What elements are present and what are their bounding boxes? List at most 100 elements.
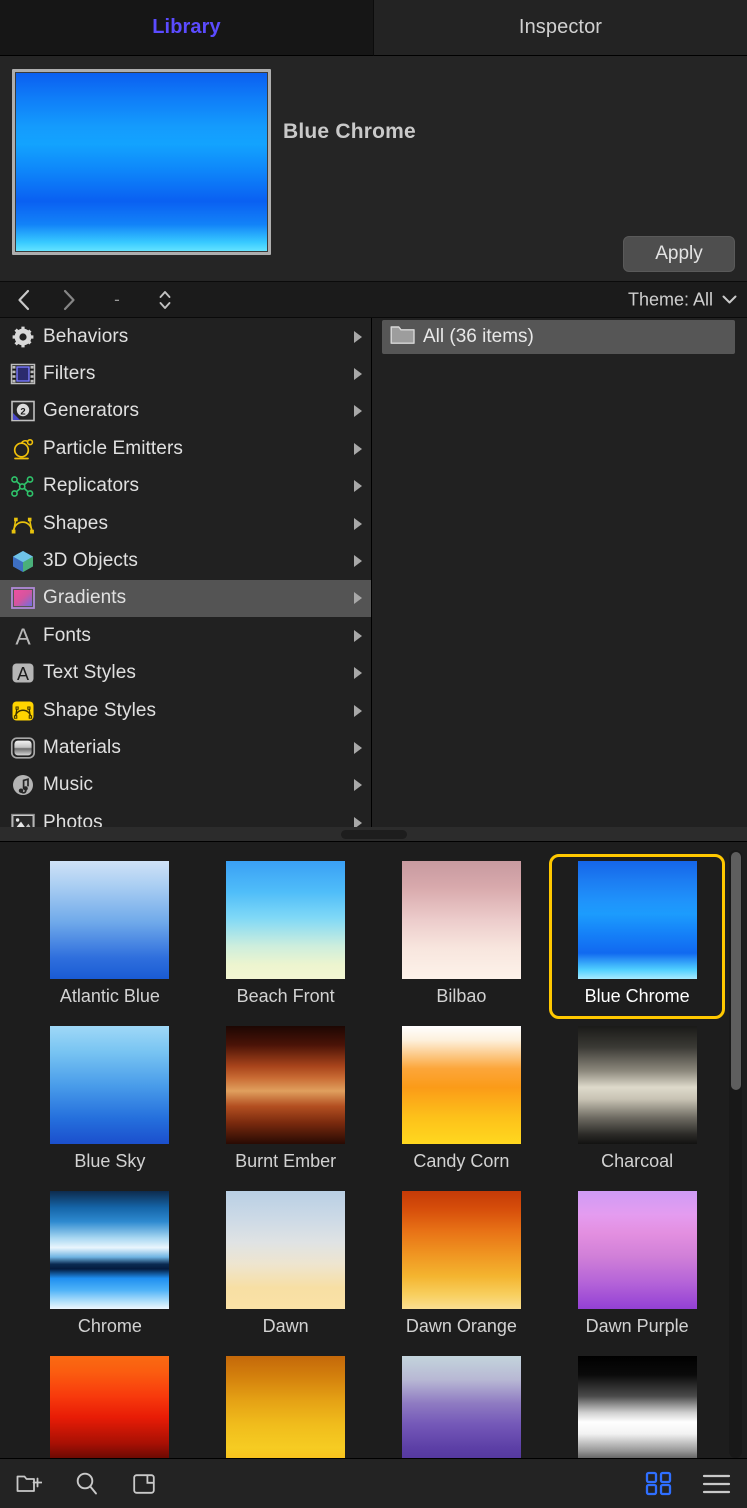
grid-scrollbar-thumb[interactable] — [731, 852, 741, 1090]
folder-icon — [390, 324, 415, 345]
gradient-thumbnail — [578, 1026, 697, 1144]
gradient-grid-pane: Atlantic Blue Beach Front Bilbao Blue Chrom… — [0, 841, 747, 1458]
gradient-thumbnail — [402, 1026, 521, 1144]
disclosure-arrow-icon[interactable] — [354, 331, 362, 343]
disclosure-arrow-icon[interactable] — [354, 443, 362, 455]
gradient-item[interactable] — [22, 1349, 198, 1458]
gradient-item[interactable]: Bilbao — [374, 854, 550, 1019]
sidebar-item-shape-styles[interactable]: Shape Styles — [0, 692, 371, 729]
grid-scrollbar[interactable] — [729, 850, 742, 1458]
svg-text:A: A — [17, 664, 29, 684]
sidebar-item-generators[interactable]: 2Generators — [0, 393, 371, 430]
preview-gradient-image — [15, 72, 268, 252]
grid-view-button[interactable] — [645, 1471, 672, 1496]
gradient-swatch-icon — [10, 586, 36, 610]
disclosure-arrow-icon[interactable] — [354, 368, 362, 380]
sidebar-item-gradients[interactable]: Gradients — [0, 580, 371, 617]
theme-dropdown[interactable]: Theme: All — [628, 289, 737, 310]
sidebar-item-replicators[interactable]: Replicators — [0, 468, 371, 505]
category-sidebar[interactable]: Behaviors Filters2GeneratorsParticle Emit… — [0, 318, 372, 841]
gradient-thumbnail — [226, 861, 345, 979]
disclosure-arrow-icon[interactable] — [354, 592, 362, 604]
gradient-thumbnail — [50, 861, 169, 979]
gradient-item[interactable]: Dawn Purple — [549, 1184, 725, 1349]
apply-button[interactable]: Apply — [623, 236, 735, 272]
generator-icon: 2 — [8, 398, 38, 424]
browser-panel: Behaviors Filters2GeneratorsParticle Emit… — [0, 318, 747, 841]
gradient-item-label: Dawn — [263, 1316, 309, 1337]
disclosure-arrow-icon[interactable] — [354, 779, 362, 791]
sidebar-item-behaviors[interactable]: Behaviors — [0, 318, 371, 355]
list-view-button[interactable] — [702, 1473, 731, 1495]
sidebar-item-shapes[interactable]: Shapes — [0, 505, 371, 542]
stepper-button[interactable] — [142, 288, 188, 312]
sidebar-item-3d-objects[interactable]: 3D Objects — [0, 542, 371, 579]
gradient-item[interactable] — [374, 1349, 550, 1458]
disclosure-arrow-icon[interactable] — [354, 480, 362, 492]
sidebar-panel-icon — [132, 1472, 156, 1496]
list-view-icon — [702, 1473, 731, 1495]
gradient-item[interactable]: Chrome — [22, 1184, 198, 1349]
gradient-item-label: Beach Front — [237, 986, 335, 1007]
library-browser-window: Library Inspector Blue Chrome Apply - — [0, 0, 747, 1508]
drag-handle[interactable] — [341, 830, 407, 839]
gradient-item[interactable]: Beach Front — [198, 854, 374, 1019]
sidebar-item-label: Gradients — [43, 587, 126, 609]
folder-row[interactable]: All (36 items) — [382, 320, 735, 354]
shapes-icon — [8, 511, 38, 537]
disclosure-arrow-icon[interactable] — [354, 667, 362, 679]
gradient-item-label: Burnt Ember — [235, 1151, 336, 1172]
up-down-stepper-icon — [158, 288, 172, 312]
navigation-bar: - Theme: All — [0, 282, 747, 318]
gradient-item[interactable]: Blue Chrome — [549, 854, 725, 1019]
disclosure-arrow-icon[interactable] — [354, 405, 362, 417]
gradient-item[interactable]: Dawn — [198, 1184, 374, 1349]
svg-text:A: A — [15, 624, 31, 648]
tab-library[interactable]: Library — [0, 0, 373, 56]
sidebar-item-label: Behaviors — [43, 326, 128, 348]
sidebar-item-label: Fonts — [43, 625, 91, 647]
disclosure-arrow-icon[interactable] — [354, 705, 362, 717]
gradient-item[interactable]: Dawn Orange — [374, 1184, 550, 1349]
disclosure-arrow-icon[interactable] — [354, 555, 362, 567]
path-separator: - — [92, 290, 142, 310]
gradient-thumbnail — [50, 1356, 169, 1458]
gradient-thumbnail — [226, 1356, 345, 1458]
gradient-item[interactable] — [549, 1349, 725, 1458]
search-button[interactable] — [74, 1471, 100, 1497]
sidebar-item-materials[interactable]: Materials — [0, 729, 371, 766]
folder-icon — [390, 324, 415, 350]
sidebar-item-filters[interactable]: Filters — [0, 355, 371, 392]
shape-style-icon — [10, 699, 36, 723]
new-folder-button[interactable] — [16, 1472, 42, 1496]
replicator-icon — [8, 473, 38, 499]
gradient-thumbnail — [226, 1026, 345, 1144]
forward-button[interactable] — [46, 289, 92, 311]
gradient-item[interactable]: Candy Corn — [374, 1019, 550, 1184]
sidebar-panel-button[interactable] — [132, 1472, 156, 1496]
sidebar-item-particle-emitters[interactable]: Particle Emitters — [0, 430, 371, 467]
font-a-icon: A — [10, 624, 36, 648]
sidebar-item-label: Text Styles — [43, 662, 136, 684]
pane-resize-strip[interactable] — [0, 827, 747, 841]
gradient-thumbnail — [50, 1026, 169, 1144]
gradient-item[interactable]: Burnt Ember — [198, 1019, 374, 1184]
gradient-item-label: Blue Chrome — [585, 986, 690, 1007]
sidebar-item-fonts[interactable]: A Fonts — [0, 617, 371, 654]
back-button[interactable] — [0, 289, 46, 311]
gradient-item-label: Atlantic Blue — [60, 986, 160, 1007]
sidebar-item-music[interactable]: Music — [0, 767, 371, 804]
gradient-item[interactable] — [198, 1349, 374, 1458]
sidebar-item-text-styles[interactable]: A Text Styles — [0, 655, 371, 692]
disclosure-arrow-icon[interactable] — [354, 630, 362, 642]
film-strip-icon — [10, 362, 36, 386]
tab-inspector[interactable]: Inspector — [373, 0, 747, 56]
disclosure-arrow-icon[interactable] — [354, 742, 362, 754]
preview-swatch[interactable] — [12, 69, 271, 255]
gradient-item[interactable]: Blue Sky — [22, 1019, 198, 1184]
disclosure-arrow-icon[interactable] — [354, 518, 362, 530]
sidebar-item-label: Shapes — [43, 513, 108, 535]
folder-pane[interactable]: All (36 items) — [372, 318, 747, 841]
gradient-item[interactable]: Atlantic Blue — [22, 854, 198, 1019]
gradient-item[interactable]: Charcoal — [549, 1019, 725, 1184]
